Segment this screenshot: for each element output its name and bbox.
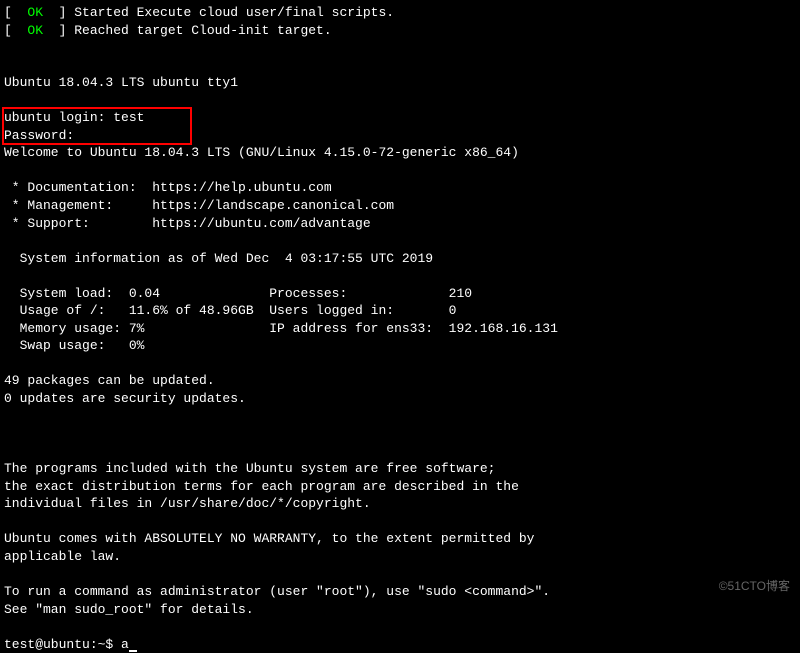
doc-link: * Documentation: https://help.ubuntu.com <box>4 179 800 197</box>
ok-status: OK <box>27 23 43 38</box>
legal-text: the exact distribution terms for each pr… <box>4 478 800 496</box>
cursor-icon <box>129 650 137 652</box>
ok-status: OK <box>27 5 43 20</box>
watermark: ©51CTO博客 <box>719 578 790 594</box>
shell-input[interactable]: a <box>121 637 129 652</box>
legal-text: Ubuntu comes with ABSOLUTELY NO WARRANTY… <box>4 530 800 548</box>
legal-text: The programs included with the Ubuntu sy… <box>4 460 800 478</box>
login-username: test <box>113 110 144 125</box>
os-banner: Ubuntu 18.04.3 LTS ubuntu tty1 <box>4 74 800 92</box>
shell-prompt-line[interactable]: test@ubuntu:~$ a <box>4 636 800 653</box>
sysinfo-header: System information as of Wed Dec 4 03:17… <box>4 250 800 268</box>
login-line[interactable]: ubuntu login: test <box>4 109 800 127</box>
sysinfo-row: Memory usage: 7% IP address for ens33: 1… <box>4 320 800 338</box>
sudo-hint: To run a command as administrator (user … <box>4 583 800 601</box>
sudo-hint: See "man sudo_root" for details. <box>4 601 800 619</box>
updates-line: 0 updates are security updates. <box>4 390 800 408</box>
welcome-line: Welcome to Ubuntu 18.04.3 LTS (GNU/Linux… <box>4 144 800 162</box>
boot-line-2: [ OK ] Reached target Cloud-init target. <box>4 22 800 40</box>
legal-text: applicable law. <box>4 548 800 566</box>
updates-line: 49 packages can be updated. <box>4 372 800 390</box>
shell-prompt: test@ubuntu:~$ <box>4 637 121 652</box>
sysinfo-row: Usage of /: 11.6% of 48.96GB Users logge… <box>4 302 800 320</box>
sysinfo-row: Swap usage: 0% <box>4 337 800 355</box>
boot-line-1: [ OK ] Started Execute cloud user/final … <box>4 4 800 22</box>
sysinfo-row: System load: 0.04 Processes: 210 <box>4 285 800 303</box>
password-line[interactable]: Password: <box>4 127 800 145</box>
mgmt-link: * Management: https://landscape.canonica… <box>4 197 800 215</box>
support-link: * Support: https://ubuntu.com/advantage <box>4 215 800 233</box>
legal-text: individual files in /usr/share/doc/*/cop… <box>4 495 800 513</box>
